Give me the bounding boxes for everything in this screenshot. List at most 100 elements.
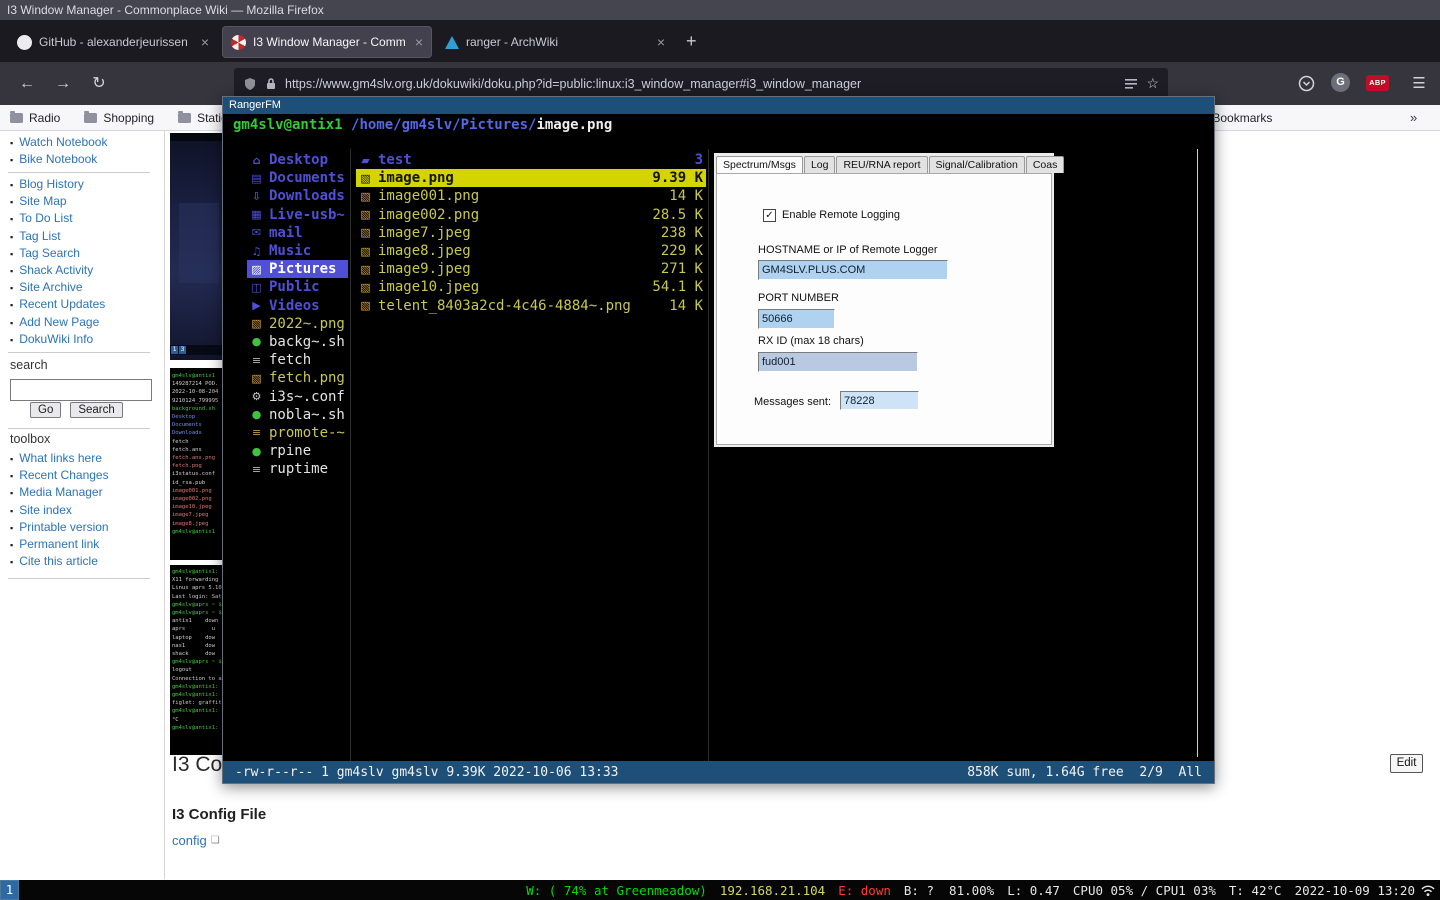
sidebar-link[interactable]: Site Archive bbox=[10, 279, 158, 296]
file-entry-row[interactable]: ▧ image002.png 28.5 K bbox=[356, 206, 706, 224]
toolbox-wrap: What links hereRecent ChangesMedia Manag… bbox=[10, 450, 158, 570]
file-entry-row[interactable]: ▰ test 3 bbox=[356, 151, 706, 169]
pocket-icon[interactable] bbox=[1298, 75, 1315, 92]
parent-entry-row[interactable]: ⌂ Desktop bbox=[247, 151, 348, 169]
toolbox-link[interactable]: Permanent link bbox=[10, 536, 158, 553]
parent-entry-row[interactable]: ● backg~.sh bbox=[247, 333, 348, 351]
adblock-plus-icon[interactable]: ABP bbox=[1366, 75, 1389, 91]
parent-entry-row[interactable]: ▶ Videos bbox=[247, 297, 348, 315]
bookmarks-overflow-chevron-icon[interactable]: » bbox=[1410, 105, 1417, 131]
hamburger-menu-icon[interactable]: ☰ bbox=[1405, 69, 1433, 99]
file-entry-row[interactable]: ▧ image8.jpeg 229 K bbox=[356, 242, 706, 260]
sidebar-link[interactable]: Blog History bbox=[10, 176, 158, 193]
parent-entry-row[interactable]: ≡ ruptime bbox=[247, 460, 348, 478]
file-type-icon: ◫ bbox=[250, 281, 263, 294]
parent-entry-row[interactable]: ▦ Live-usb~ bbox=[247, 206, 348, 224]
file-name: telent_8403a2cd-4c46-4884~.png bbox=[378, 298, 663, 314]
account-avatar[interactable]: G bbox=[1331, 73, 1350, 92]
tab-label: GitHub - alexanderjeurissen bbox=[39, 35, 194, 49]
forward-button[interactable]: → bbox=[48, 69, 78, 99]
padlock-icon[interactable] bbox=[265, 77, 277, 90]
ranger-statusbar: -rw-r--r-- 1 gm4slv gm4slv 9.39K 2022-10… bbox=[223, 761, 1214, 783]
file-entry-row[interactable]: ▧ image7.jpeg 238 K bbox=[356, 224, 706, 242]
browser-tab-i3-wiki[interactable]: I3 Window Manager - Comm × bbox=[222, 26, 432, 58]
file-type-icon: ▧ bbox=[359, 190, 372, 203]
file-entry-row[interactable]: ▧ image10.jpeg 54.1 K bbox=[356, 278, 706, 296]
parent-entry-row[interactable]: ◫ Public bbox=[247, 278, 348, 296]
toolbox-link[interactable]: What links here bbox=[10, 450, 158, 467]
reader-mode-icon[interactable] bbox=[1124, 78, 1138, 90]
sidebar-link[interactable]: Watch Notebook bbox=[10, 134, 158, 151]
bookmark-folder[interactable]: Radio bbox=[10, 111, 60, 125]
sidebar-link[interactable]: To Do List bbox=[10, 210, 158, 227]
parent-entry-row[interactable]: ▨ Pictures bbox=[247, 260, 348, 278]
search-input[interactable] bbox=[10, 379, 152, 401]
url-bar[interactable]: https://www.gm4slv.org.uk/dokuwiki/doku.… bbox=[234, 68, 1168, 99]
bookmark-star-icon[interactable]: ☆ bbox=[1146, 75, 1159, 92]
file-size: 28.5 K bbox=[652, 207, 703, 223]
file-entry-row[interactable]: ▧ telent_8403a2cd-4c46-4884~.png 14 K bbox=[356, 297, 706, 315]
browser-tab-archwiki[interactable]: ranger - ArchWiki × bbox=[436, 26, 674, 58]
parent-entry-row[interactable]: ≡ promote-~ bbox=[247, 424, 348, 442]
folder-icon bbox=[84, 113, 97, 123]
preview-dialog-tab: Signal/Calibration bbox=[929, 156, 1025, 173]
ranger-window-titlebar[interactable]: RangerFM bbox=[223, 97, 1214, 114]
edit-button[interactable]: Edit bbox=[1390, 754, 1423, 773]
workspace-button[interactable]: 1 bbox=[0, 880, 19, 900]
sidebar-link[interactable]: Tag Search bbox=[10, 245, 158, 262]
bookmark-label: Radio bbox=[29, 111, 60, 125]
file-name: image7.jpeg bbox=[378, 225, 655, 241]
parent-entry-row[interactable]: ♫ Music bbox=[247, 242, 348, 260]
file-entry-row[interactable]: ▧ image001.png 14 K bbox=[356, 187, 706, 205]
folder-icon bbox=[10, 113, 23, 123]
sidebar-link[interactable]: Bike Notebook bbox=[10, 151, 158, 168]
bookmark-folder[interactable]: Shopping bbox=[84, 111, 154, 125]
parent-entry-row[interactable]: ▧ fetch.png bbox=[247, 369, 348, 387]
file-type-icon: ▧ bbox=[359, 299, 372, 312]
messages-sent-field: 78228 bbox=[840, 391, 919, 410]
sidebar-link[interactable]: Add New Page bbox=[10, 314, 158, 331]
tab-close-icon[interactable]: × bbox=[415, 34, 423, 50]
sidebar-link[interactable]: Site Map bbox=[10, 193, 158, 210]
browser-tab-github[interactable]: GitHub - alexanderjeurissen × bbox=[8, 26, 218, 58]
parent-entry-row[interactable]: ● rpine bbox=[247, 442, 348, 460]
tracking-protection-shield-icon[interactable] bbox=[243, 77, 257, 91]
file-name: fetch.png bbox=[269, 370, 345, 386]
i3-window-titlebar[interactable]: I3 Window Manager - Commonplace Wiki — M… bbox=[0, 0, 1440, 20]
tab-close-icon[interactable]: × bbox=[201, 34, 209, 50]
back-button[interactable]: ← bbox=[12, 69, 42, 99]
reload-button[interactable]: ↻ bbox=[84, 69, 114, 99]
messages-sent-label: Messages sent: bbox=[754, 396, 831, 408]
ranger-parent-column: ⌂ Desktop ▤ Documents ⇩ Downloads ▦ Live… bbox=[247, 151, 348, 478]
sidebar-link[interactable]: Recent Updates bbox=[10, 296, 158, 313]
file-entry-row[interactable]: ▧ image9.jpeg 271 K bbox=[356, 260, 706, 278]
file-type-icon: ✉ bbox=[250, 226, 263, 239]
new-tab-button[interactable]: + bbox=[686, 31, 697, 51]
toolbox-link[interactable]: Site index bbox=[10, 502, 158, 519]
file-entry-row[interactable]: ▧ image.png 9.39 K bbox=[356, 169, 706, 187]
parent-entry-row[interactable]: ▧ 2022~.png bbox=[247, 315, 348, 333]
sidebar-link[interactable]: Tag List bbox=[10, 228, 158, 245]
toolbox-link[interactable]: Printable version bbox=[10, 519, 158, 536]
sidebar-link[interactable]: Shack Activity bbox=[10, 262, 158, 279]
prompt-user: gm4slv@antix1 bbox=[233, 117, 343, 133]
tab-close-icon[interactable]: × bbox=[657, 34, 665, 50]
divider bbox=[8, 578, 150, 579]
status-block: T: 42°C bbox=[1229, 883, 1282, 898]
search-button[interactable]: Search bbox=[70, 402, 122, 418]
bookmark-label: Shopping bbox=[103, 111, 154, 125]
parent-entry-row[interactable]: ⚙ i3s~.conf bbox=[247, 387, 348, 405]
file-size: 9.39 K bbox=[652, 170, 703, 186]
toolbox-link[interactable]: Media Manager bbox=[10, 484, 158, 501]
parent-entry-row[interactable]: ⇩ Downloads bbox=[247, 187, 348, 205]
image-preview-pane[interactable]: Spectrum/MsgsLogREU/RNA reportSignal/Cal… bbox=[714, 153, 1054, 447]
go-button[interactable]: Go bbox=[30, 402, 61, 418]
config-link[interactable]: config bbox=[172, 833, 207, 848]
toolbox-link[interactable]: Recent Changes bbox=[10, 467, 158, 484]
parent-entry-row[interactable]: ● nobla~.sh bbox=[247, 406, 348, 424]
sidebar-link[interactable]: DokuWiki Info bbox=[10, 331, 158, 348]
parent-entry-row[interactable]: ✉ mail bbox=[247, 224, 348, 242]
toolbox-link[interactable]: Cite this article bbox=[10, 553, 158, 570]
parent-entry-row[interactable]: ▤ Documents bbox=[247, 169, 348, 187]
parent-entry-row[interactable]: ≡ fetch bbox=[247, 351, 348, 369]
